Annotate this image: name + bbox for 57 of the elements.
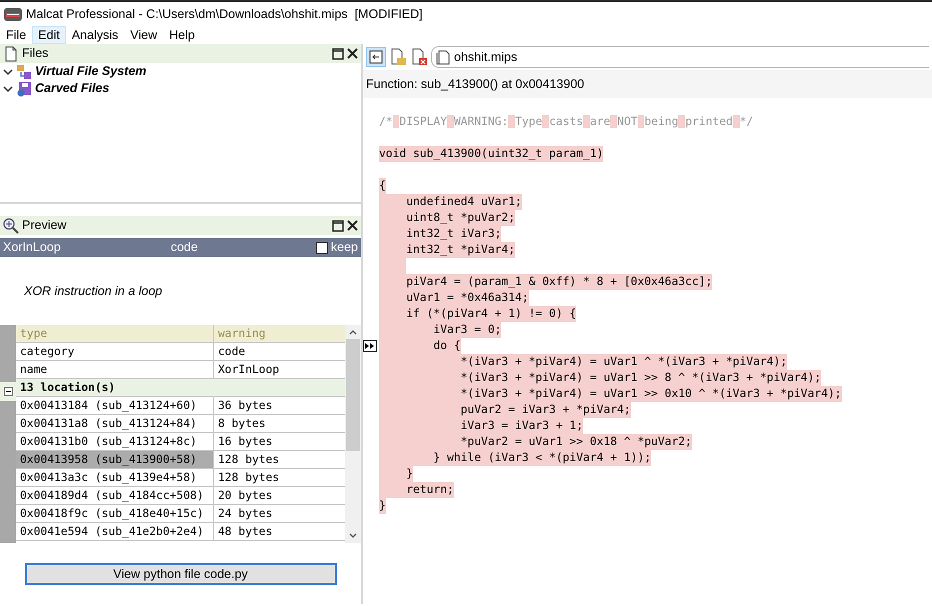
menu-item[interactable]: Edit	[32, 26, 66, 44]
column-header: type	[16, 325, 214, 342]
keep-checkbox[interactable]: keep	[316, 238, 358, 257]
maximize-icon[interactable]	[332, 48, 344, 60]
document-icon	[435, 49, 451, 65]
menu-item[interactable]: File	[0, 26, 32, 44]
table-cell: category	[16, 343, 214, 360]
panel-title: Files	[22, 45, 48, 62]
zoom-in-icon	[3, 218, 19, 234]
table-cell: name	[16, 361, 214, 378]
table-cell[interactable]: 8 bytes	[214, 415, 345, 432]
file-tab[interactable]: ohshit.mips	[431, 46, 929, 68]
table-cell-text: XorInLoop	[217, 362, 280, 378]
rule-category: code	[170, 239, 198, 256]
close-file-icon[interactable]	[410, 48, 428, 66]
tree-item[interactable]: Carved Files	[35, 79, 110, 98]
table-cell-text: code	[217, 344, 246, 360]
menu-item[interactable]: Help	[163, 26, 201, 44]
document-icon	[3, 46, 19, 62]
menu-item[interactable]: Analysis	[66, 26, 124, 44]
app-logo-icon	[3, 6, 23, 22]
column-header: warning	[217, 326, 267, 342]
sidebar-toggle-icon[interactable]	[366, 47, 386, 67]
table-cell[interactable]: 0x00413184 (sub_413124+60)	[16, 397, 214, 414]
collapse-icon[interactable]	[4, 387, 12, 396]
close-icon[interactable]	[347, 220, 358, 231]
table-cell[interactable]: 36 bytes	[214, 397, 345, 414]
table-cell[interactable]: 128 bytes	[214, 469, 345, 486]
rule-name: XorInLoop	[3, 239, 61, 256]
code-comment: /* DISPLAY WARNING: Type casts are NOT being printed */	[379, 114, 754, 130]
window-title: Malcat Professional - C:\Users\dm\Downloads\ohshit.mips [MODIFIED]	[26, 6, 423, 23]
table-cell[interactable]: 0x0041e594 (sub_41e2b0+2e4)	[16, 523, 214, 540]
rule-description: XOR instruction in a loop	[24, 282, 162, 300]
chevron-down-icon[interactable]	[3, 66, 13, 76]
scrollbar[interactable]	[345, 325, 361, 543]
table-cell[interactable]: 20 bytes	[214, 487, 345, 504]
panel-title: Preview	[22, 217, 66, 234]
menu-item[interactable]: View	[124, 26, 164, 44]
table-cell[interactable]: 0x00413958 (sub_413900+58)	[16, 451, 214, 468]
table-cell[interactable]: 0x004189d4 (sub_4184cc+508)	[16, 487, 214, 504]
open-file-icon[interactable]	[389, 48, 407, 66]
table-cell[interactable]: 0x00418f9c (sub_418e40+15c)	[16, 505, 214, 522]
view-python-button[interactable]: View python file code.py	[24, 562, 336, 584]
tree-item[interactable]: Virtual File System	[35, 62, 146, 81]
close-icon[interactable]	[347, 48, 358, 59]
chevron-down-icon[interactable]	[3, 84, 13, 94]
table-cell[interactable]: 0x004131a8 (sub_413124+84)	[16, 415, 214, 432]
table-cell[interactable]: 48 bytes	[214, 523, 345, 540]
table-cell[interactable]: 16 bytes	[214, 433, 345, 450]
table-cell[interactable]: 0x004131b0 (sub_413124+8c)	[16, 433, 214, 450]
maximize-icon[interactable]	[332, 220, 344, 232]
table-cell[interactable]: 128 bytes	[214, 451, 345, 468]
table-cell[interactable]: 24 bytes	[214, 505, 345, 522]
file-tree-icon	[16, 64, 32, 80]
group-label: 13 location(s)	[19, 380, 116, 396]
table-cell[interactable]: 0x00413a3c (sub_4139e4+58)	[16, 469, 214, 486]
function-label: Function: sub_413900() at 0x00413900	[366, 76, 584, 93]
